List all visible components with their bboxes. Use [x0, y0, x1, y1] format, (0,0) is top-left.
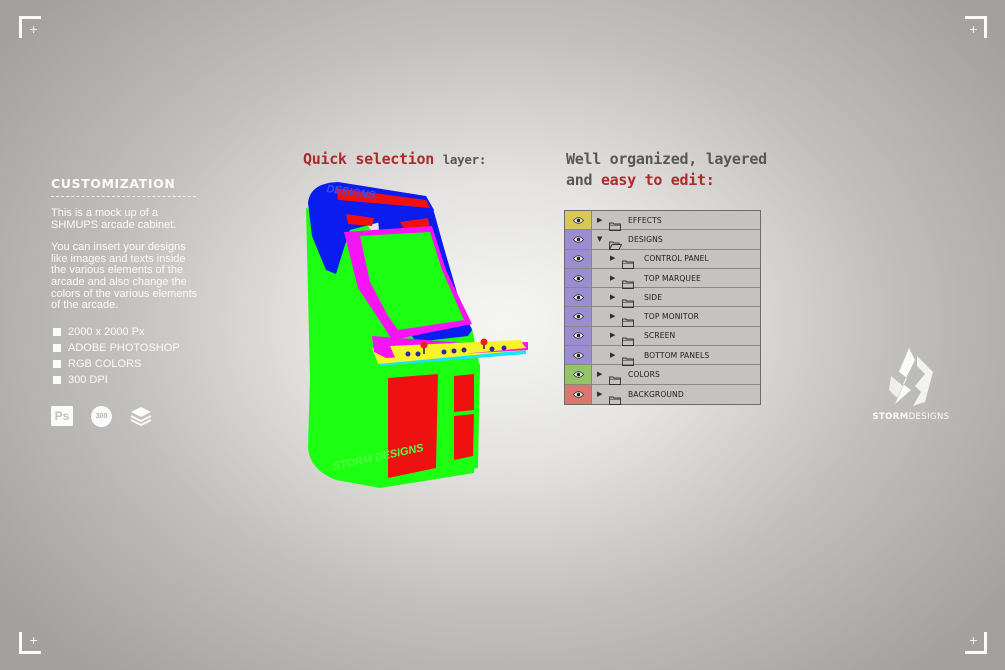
layer-row[interactable]: ▶ SCREEN — [565, 326, 760, 347]
layer-row[interactable]: ▶ EFFECTS — [565, 211, 760, 231]
layer-name: SCREEN — [644, 331, 676, 341]
expand-arrow-right-icon[interactable]: ▶ — [610, 351, 617, 359]
folder-icon — [622, 351, 634, 366]
layer-name: BACKGROUND — [628, 389, 684, 399]
corner-mark-bottom-left: + — [19, 632, 41, 654]
visibility-eye-icon[interactable] — [565, 268, 592, 288]
feature-icons: Ps 300 — [51, 405, 203, 427]
visibility-eye-icon[interactable] — [565, 211, 592, 230]
storm-designs-logo: STORMDESIGNS — [870, 346, 952, 422]
layer-row[interactable]: ▶ BACKGROUND — [565, 384, 760, 405]
layer-row[interactable]: ▶ TOP MARQUEE — [565, 268, 760, 289]
layer-name: TOP MONITOR — [644, 312, 700, 322]
spec-label: RGB COLORS — [68, 357, 142, 370]
expand-arrow-right-icon[interactable]: ▶ — [597, 390, 604, 398]
expand-arrow-right-icon[interactable]: ▶ — [610, 255, 617, 262]
customization-heading: CUSTOMIZATION — [51, 176, 196, 197]
folder-icon — [622, 293, 634, 308]
layer-row[interactable]: ▶ COLORS — [565, 365, 760, 385]
easy-to-edit-accent: easy to edit: — [600, 171, 715, 189]
spec-label: 300 DPI — [68, 373, 108, 386]
visibility-eye-icon[interactable] — [565, 346, 592, 365]
spec-item: RGB COLORS — [51, 356, 203, 372]
bullet-icon — [53, 359, 61, 368]
quick-selection-accent: Quick selection — [303, 150, 434, 168]
layer-name: CONTROL PANEL — [644, 254, 709, 264]
visibility-eye-icon[interactable] — [565, 307, 592, 326]
expand-arrow-right-icon[interactable]: ▶ — [610, 293, 617, 301]
well-organized-line1: Well organized, layered — [566, 150, 767, 168]
visibility-eye-icon[interactable] — [565, 230, 592, 249]
folder-icon — [622, 331, 634, 347]
bottom-panel-left-red — [388, 374, 438, 478]
layer-row[interactable]: ▶ SIDE — [565, 288, 760, 308]
layer-row[interactable]: ▶ CONTROL PANEL — [565, 249, 760, 270]
visibility-eye-icon[interactable] — [565, 365, 592, 384]
expand-arrow-right-icon[interactable]: ▶ — [610, 332, 617, 339]
visibility-eye-icon[interactable] — [565, 249, 592, 268]
folder-open-icon — [608, 235, 623, 250]
photoshop-icon: Ps — [51, 406, 73, 427]
expand-arrow-right-icon[interactable]: ▶ — [597, 371, 604, 378]
bullet-icon — [53, 343, 61, 352]
bullet-icon — [53, 327, 61, 336]
visibility-eye-icon[interactable] — [565, 384, 592, 404]
well-organized-and: and — [566, 171, 593, 189]
layer-name: COLORS — [628, 370, 660, 380]
spec-item: ADOBE PHOTOSHOP — [51, 340, 203, 356]
arcade-cabinet-quick-selection: DESIGNS STORM DESIGNS — [306, 182, 528, 488]
well-organized-heading: Well organized, layered and easy to edit… — [566, 149, 767, 191]
logo-brand-text: STORMDESIGNS — [872, 412, 950, 422]
dpi-300-icon: 300 — [91, 405, 112, 427]
customization-panel: CUSTOMIZATION This is a mock up of a SHM… — [51, 176, 203, 427]
folder-icon — [609, 370, 621, 385]
visibility-eye-icon[interactable] — [565, 288, 592, 307]
layer-name: DESIGNS — [628, 234, 663, 244]
layer-name: SIDE — [644, 292, 663, 302]
folder-icon — [609, 390, 621, 405]
bottom-panel-right-top-red — [454, 374, 474, 412]
expand-arrow-right-icon[interactable]: ▶ — [597, 216, 604, 224]
spec-item: 300 DPI — [51, 372, 203, 388]
spec-item: 2000 x 2000 Px — [51, 324, 203, 340]
corner-mark-bottom-right: + — [965, 632, 987, 654]
layers-icon — [130, 407, 152, 427]
layer-row[interactable]: ▼ DESIGNS — [565, 230, 760, 250]
expand-arrow-down-icon[interactable]: ▼ — [597, 235, 604, 243]
description-text: You can insert your designs like images … — [51, 241, 198, 312]
visibility-eye-icon[interactable] — [565, 326, 592, 346]
spec-label: ADOBE PHOTOSHOP — [68, 341, 180, 354]
layer-row[interactable]: ▶ BOTTOM PANELS — [565, 346, 760, 366]
layers-panel: ▶ EFFECTS ▼ DESIGNS ▶ CONTROL PANEL ▶ TOP MARQU… — [564, 210, 761, 405]
layer-name: BOTTOM PANELS — [644, 350, 710, 360]
storm-logo-icon — [889, 348, 933, 406]
quick-selection-heading: Quick selection layer: — [303, 149, 486, 170]
expand-arrow-right-icon[interactable]: ▶ — [610, 313, 617, 320]
corner-mark-top-right: + — [965, 16, 987, 38]
spec-label: 2000 x 2000 Px — [68, 325, 145, 338]
quick-selection-rest: layer: — [442, 152, 487, 167]
layer-name: TOP MARQUEE — [644, 273, 701, 283]
spec-list: 2000 x 2000 Px ADOBE PHOTOSHOP RGB COLOR… — [51, 324, 203, 388]
folder-icon — [622, 312, 634, 328]
folder-icon — [622, 274, 634, 289]
layer-name: EFFECTS — [628, 215, 662, 225]
folder-icon — [622, 254, 634, 270]
folder-icon — [609, 216, 621, 231]
layer-row[interactable]: ▶ TOP MONITOR — [565, 307, 760, 328]
bullet-icon — [53, 375, 61, 384]
intro-text: This is a mock up of a SHMUPS arcade cab… — [51, 207, 177, 231]
bottom-panel-right-bottom-red — [454, 414, 474, 460]
corner-mark-top-left: + — [19, 16, 41, 38]
expand-arrow-right-icon[interactable]: ▶ — [610, 274, 617, 282]
